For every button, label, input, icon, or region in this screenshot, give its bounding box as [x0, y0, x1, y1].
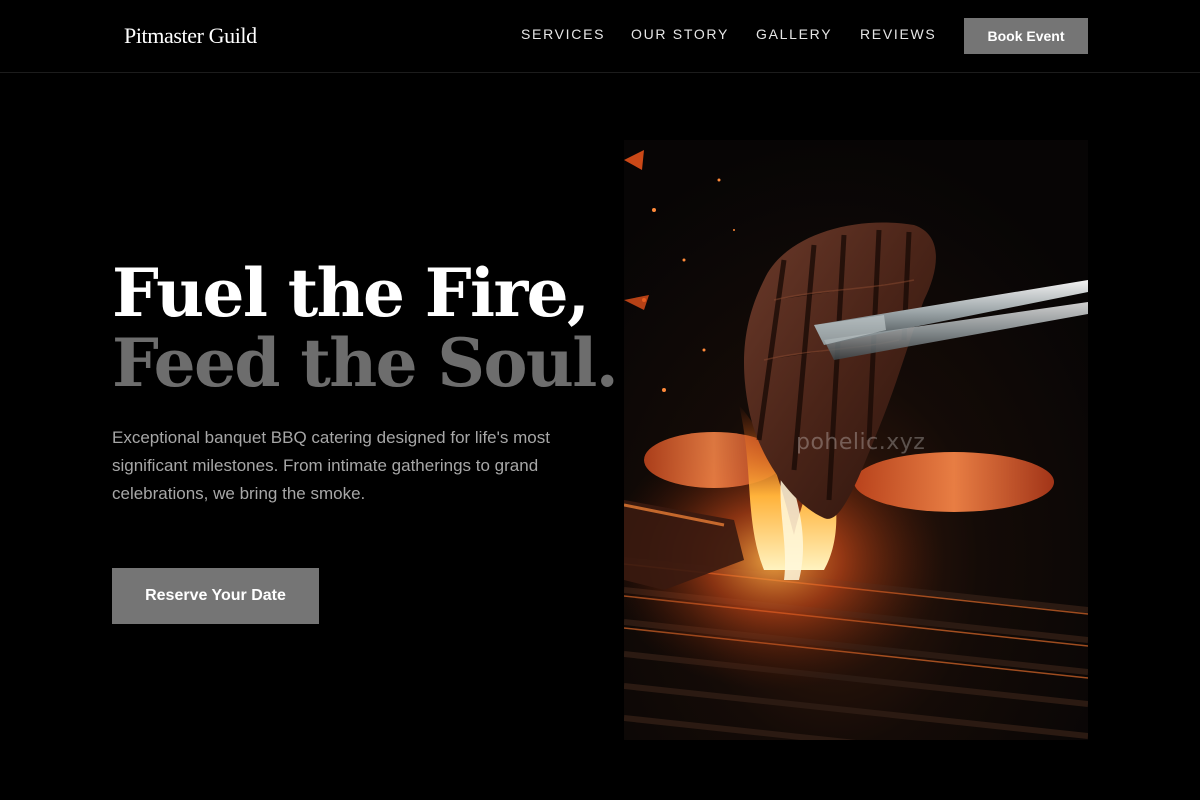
nav-services[interactable]: SERVICES	[521, 25, 605, 43]
image-watermark: pohelic.xyz	[796, 430, 926, 455]
book-event-button[interactable]: Book Event	[964, 18, 1088, 54]
site-header: Pitmaster Guild SERVICES OUR STORY GALLE…	[0, 0, 1200, 73]
reserve-date-button[interactable]: Reserve Your Date	[112, 568, 319, 624]
nav-gallery[interactable]: GALLERY	[756, 25, 832, 43]
nav-reviews[interactable]: REVIEWS	[860, 25, 936, 43]
hero-image: pohelic.xyz	[624, 140, 1088, 740]
hero-title-line1: Fuel the Fire,	[112, 254, 590, 332]
nav-our-story[interactable]: OUR STORY	[631, 25, 729, 43]
hero-description: Exceptional banquet BBQ catering designe…	[112, 428, 550, 503]
hero-title: Fuel the Fire, Feed the Soul.	[112, 254, 619, 402]
hero-title-line2: Feed the Soul.	[112, 324, 619, 402]
